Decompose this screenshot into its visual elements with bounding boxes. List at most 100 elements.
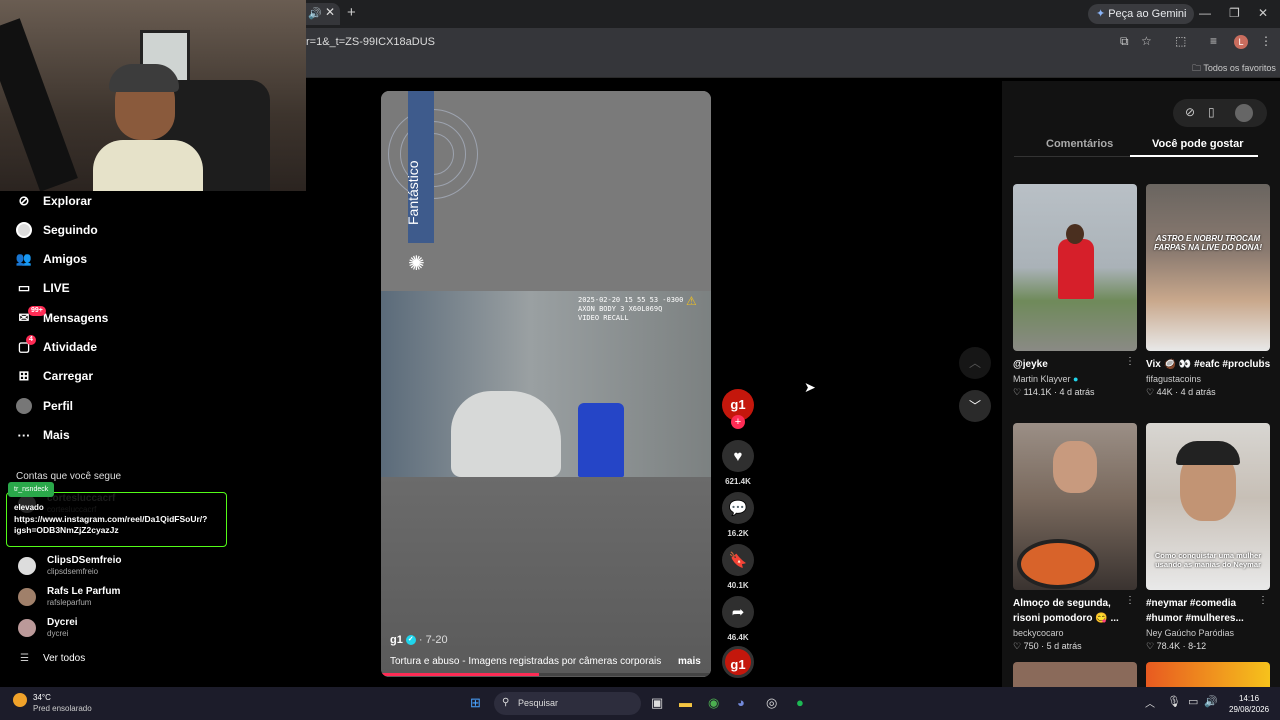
gemini-button[interactable]: ✦ Peça ao Gemini bbox=[1088, 4, 1195, 24]
reading-list-icon[interactable]: ≡ bbox=[1210, 34, 1217, 48]
thumbnail-caption: ASTRO E NOBRU TROCAM FARPAS NA LIVE DO D… bbox=[1153, 234, 1262, 252]
avatar bbox=[18, 619, 36, 637]
card-options-icon[interactable]: ⋮ bbox=[1125, 356, 1135, 367]
heart-outline-icon: ♡ bbox=[1146, 387, 1155, 397]
recommended-video-card[interactable]: Como conquistar uma mulher usando as man… bbox=[1146, 423, 1270, 653]
more-button[interactable]: mais bbox=[678, 656, 701, 667]
see-all-link[interactable]: ☰ Ver todos bbox=[20, 653, 85, 664]
card-meta: ♡ 750 · 5 d atrás bbox=[1013, 641, 1082, 651]
chrome-icon[interactable]: ◉ bbox=[708, 695, 719, 711]
clock-time: 14:16 bbox=[1239, 694, 1260, 703]
explore-icon[interactable]: ⊘ bbox=[1185, 105, 1195, 119]
sidebar-item-label: Seguindo bbox=[43, 223, 98, 237]
user-avatar[interactable] bbox=[1235, 104, 1253, 122]
chevron-up-icon[interactable]: ︿ bbox=[1145, 695, 1155, 710]
follow-plus-icon[interactable]: + bbox=[731, 415, 745, 429]
system-clock[interactable]: 14:16 29/08/2026 bbox=[1229, 693, 1269, 715]
recommended-video-card[interactable]: ASTRO E NOBRU TROCAM FARPAS NA LIVE DO D… bbox=[1146, 184, 1270, 399]
audio-icon[interactable]: 🔊 bbox=[308, 7, 322, 20]
video-thumbnail bbox=[1013, 423, 1137, 590]
weather-temperature[interactable]: 34°C bbox=[33, 693, 51, 702]
sun-icon[interactable] bbox=[13, 693, 27, 707]
thumbnail-cap bbox=[1176, 441, 1240, 465]
file-explorer-icon[interactable]: ▬ bbox=[679, 695, 692, 710]
sidebar-item-live[interactable]: ▭ LIVE bbox=[16, 278, 70, 298]
previous-video-button[interactable]: ︿ bbox=[959, 347, 991, 379]
recommended-video-card[interactable]: @jeyke Martin Klayver ● ♡ 114.1K · 4 d a… bbox=[1013, 184, 1137, 399]
card-options-icon[interactable]: ⋮ bbox=[1258, 356, 1268, 367]
cast-icon[interactable]: ⧉ bbox=[1120, 34, 1129, 49]
card-title: Almoço de segunda, risoni pomodoro 😋 ... bbox=[1013, 598, 1119, 624]
sidebar-item-mais[interactable]: ··· Mais bbox=[16, 425, 70, 445]
heart-outline-icon: ♡ bbox=[1013, 387, 1022, 397]
discord-icon[interactable]: ◕ bbox=[737, 695, 745, 710]
video-progress-bar[interactable] bbox=[381, 673, 711, 676]
task-view-icon[interactable]: ▣ bbox=[651, 695, 663, 711]
sidebar-item-explorar[interactable]: ⊘ Explorar bbox=[16, 191, 92, 211]
spotify-icon[interactable]: ● bbox=[796, 695, 804, 710]
windows-start-icon[interactable]: ⊞ bbox=[470, 695, 481, 711]
bookmark-icon: 🔖 bbox=[722, 544, 754, 576]
sidebar-item-label: Mensagens bbox=[43, 311, 109, 325]
sidebar-item-label: Carregar bbox=[43, 369, 94, 383]
menu-icon[interactable]: ⋮ bbox=[1260, 34, 1272, 48]
volume-icon[interactable]: 🔊 bbox=[1204, 695, 1218, 708]
network-icon[interactable]: ▭ bbox=[1188, 695, 1198, 708]
tab-comentarios[interactable]: Comentários bbox=[1046, 138, 1113, 150]
share-count: 46.4K bbox=[727, 633, 749, 642]
thumbnail-figure-head bbox=[1066, 224, 1084, 244]
gemini-label: Peça ao Gemini bbox=[1108, 8, 1187, 20]
video-author[interactable]: g1 ✓ · 7-20 bbox=[390, 634, 448, 646]
sidebar-item-mensagens[interactable]: ✉ 99+ Mensagens bbox=[16, 306, 109, 328]
sound-disc[interactable]: g1 bbox=[722, 646, 754, 678]
card-options-icon[interactable]: ⋮ bbox=[1125, 595, 1135, 606]
share-button[interactable]: ➦ 46.4K bbox=[722, 596, 754, 642]
sidebar-item-label: Amigos bbox=[43, 252, 88, 266]
video-description: Tortura e abuso - Imagens registradas po… bbox=[390, 656, 662, 667]
sidebar-item-label: LIVE bbox=[43, 281, 70, 295]
thumbnail-caption: Como conquistar uma mulher usando as man… bbox=[1154, 551, 1262, 569]
account-name: Dycrei bbox=[47, 617, 78, 628]
sidebar-item-amigos[interactable]: 👥 Amigos bbox=[16, 249, 87, 269]
next-video-button[interactable]: ﹀ bbox=[959, 390, 991, 422]
active-tab-indicator bbox=[1130, 155, 1258, 157]
weather-forecast[interactable]: Pred ensolarado bbox=[33, 704, 92, 713]
microphone-icon[interactable]: 🎙 bbox=[1167, 695, 1181, 708]
close-window-icon[interactable]: ✕ bbox=[1258, 6, 1268, 20]
comment-button[interactable]: 💬 16.2K bbox=[722, 492, 754, 538]
sidebar-item-seguindo[interactable]: Seguindo bbox=[16, 220, 98, 240]
profile-icon bbox=[16, 398, 32, 414]
bookmark-star-icon[interactable]: ☆ bbox=[1141, 34, 1152, 48]
like-button[interactable]: ♥ 621.4K bbox=[722, 440, 754, 486]
sidebar-item-carregar[interactable]: ⊞ Carregar bbox=[16, 366, 93, 386]
sidebar-item-label: Atividade bbox=[43, 340, 98, 354]
video-player[interactable]: Fantástico ✺ 2025-02-20 15 55 53 -0300 A… bbox=[381, 91, 711, 677]
sidebar-item-atividade[interactable]: ▢ 4 Atividade bbox=[16, 335, 98, 357]
recommended-video-card[interactable]: Almoço de segunda, risoni pomodoro 😋 ...… bbox=[1013, 423, 1137, 653]
search-label: Pesquisar bbox=[518, 698, 559, 708]
activity-icon: ▢ 4 bbox=[16, 335, 36, 355]
video-thumbnail[interactable] bbox=[1013, 662, 1137, 687]
extensions-icon[interactable]: ⬚ bbox=[1175, 34, 1186, 48]
globo-logo-icon: ✺ bbox=[408, 253, 425, 275]
obs-icon[interactable]: ◎ bbox=[766, 695, 777, 711]
restore-icon[interactable]: ❐ bbox=[1229, 6, 1240, 20]
close-tab-icon[interactable]: ✕ bbox=[325, 5, 335, 19]
card-options-icon[interactable]: ⋮ bbox=[1258, 595, 1268, 606]
tab-voce-pode-gostar[interactable]: Você pode gostar bbox=[1152, 138, 1243, 150]
new-tab-icon[interactable]: + bbox=[347, 4, 356, 21]
sidebar: ⊘ Explorar Seguindo 👥 Amigos ▭ LIVE ✉ 99+ Men… bbox=[0, 191, 306, 687]
device-icon[interactable]: ▯ bbox=[1208, 105, 1215, 119]
profile-avatar[interactable]: L bbox=[1234, 35, 1248, 49]
video-thumbnail[interactable] bbox=[1146, 662, 1270, 687]
all-favorites[interactable]: 🗀 Todos os favoritos bbox=[1192, 61, 1276, 77]
taskbar-search[interactable]: ⚲ Pesquisar bbox=[494, 692, 641, 715]
favorites-label: Todos os favoritos bbox=[1203, 63, 1276, 73]
chat-tag: tr_nsndeck bbox=[8, 482, 55, 497]
like-count: 621.4K bbox=[725, 477, 751, 486]
video-lower-frame bbox=[381, 477, 711, 677]
save-button[interactable]: 🔖 40.1K bbox=[722, 544, 754, 590]
sidebar-item-perfil[interactable]: Perfil bbox=[16, 396, 73, 416]
url-text[interactable]: r=1&_t=ZS-99ICX18aDUS bbox=[306, 36, 435, 48]
minimize-icon[interactable]: — bbox=[1199, 6, 1211, 20]
